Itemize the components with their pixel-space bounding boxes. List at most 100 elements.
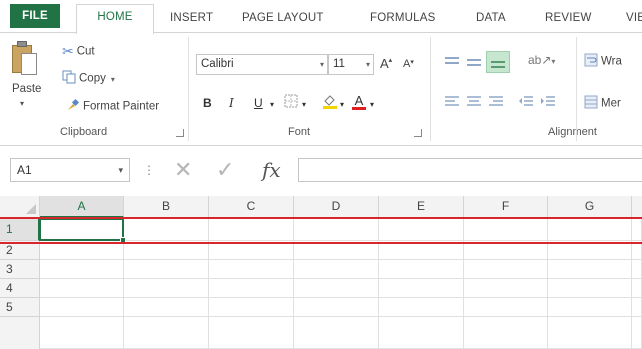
- grid-cell[interactable]: [294, 279, 379, 298]
- decrease-indent-button[interactable]: [518, 95, 534, 112]
- formula-bar-resize-handle[interactable]: ⋮: [143, 163, 155, 177]
- grid-cell[interactable]: [632, 317, 642, 349]
- grid-cell[interactable]: [379, 218, 464, 241]
- row-header-4[interactable]: 4: [0, 279, 40, 298]
- tab-file[interactable]: FILE: [10, 4, 60, 28]
- grid-cell[interactable]: [548, 317, 632, 349]
- grid-cell[interactable]: [632, 260, 642, 279]
- grid-cell[interactable]: [464, 317, 548, 349]
- font-color-dropdown-icon[interactable]: ▾: [370, 100, 374, 109]
- align-right-button[interactable]: [488, 95, 504, 112]
- grid-cell[interactable]: [40, 279, 124, 298]
- paste-dropdown-icon[interactable]: ▾: [20, 99, 24, 108]
- grid-cell[interactable]: [464, 218, 548, 241]
- align-left-button[interactable]: [444, 95, 460, 112]
- grid-cell[interactable]: [209, 298, 294, 317]
- column-header-a[interactable]: A: [40, 196, 124, 218]
- grid-cell[interactable]: [294, 317, 379, 349]
- grid-cell[interactable]: [124, 279, 209, 298]
- copy-dropdown-icon[interactable]: ▾: [111, 75, 115, 84]
- select-all-button[interactable]: [0, 196, 40, 218]
- underline-dropdown-icon[interactable]: ▾: [270, 100, 274, 109]
- tab-page-layout[interactable]: PAGE LAYOUT: [242, 7, 324, 33]
- active-cell-a1[interactable]: [39, 218, 126, 243]
- grid-cell[interactable]: [209, 218, 294, 241]
- grid-cell[interactable]: [294, 218, 379, 241]
- font-name-select[interactable]: Calibri ▾: [196, 54, 328, 75]
- fill-color-dropdown-icon[interactable]: ▾: [340, 100, 344, 109]
- tab-view[interactable]: VIE: [626, 7, 642, 33]
- font-size-select[interactable]: 11 ▾: [328, 54, 374, 75]
- grid-cell[interactable]: [464, 279, 548, 298]
- borders-button[interactable]: [284, 94, 298, 111]
- grid-cell[interactable]: [40, 260, 124, 279]
- formula-input[interactable]: [298, 158, 642, 182]
- increase-indent-button[interactable]: [540, 95, 556, 112]
- grid-cell[interactable]: [124, 218, 209, 241]
- wrap-text-button[interactable]: Wra: [584, 53, 622, 70]
- tab-insert[interactable]: INSERT: [170, 7, 213, 33]
- column-header-partial[interactable]: [632, 196, 642, 218]
- fill-color-button[interactable]: [322, 93, 338, 112]
- grid-cell[interactable]: [632, 279, 642, 298]
- grid-cell[interactable]: [379, 317, 464, 349]
- grid-cell[interactable]: [464, 260, 548, 279]
- column-header-d[interactable]: D: [294, 196, 379, 218]
- underline-button[interactable]: U: [254, 96, 263, 110]
- grid-cell[interactable]: [40, 317, 124, 349]
- bold-button[interactable]: B: [203, 96, 212, 110]
- enter-check-icon[interactable]: ✓: [216, 157, 234, 183]
- align-bottom-button[interactable]: [486, 51, 510, 73]
- italic-button[interactable]: I: [229, 96, 234, 110]
- grid-cell[interactable]: [548, 298, 632, 317]
- align-center-button[interactable]: [466, 95, 482, 112]
- row-header-3[interactable]: 3: [0, 260, 40, 279]
- tab-formulas[interactable]: FORMULAS: [370, 7, 436, 33]
- column-header-b[interactable]: B: [124, 196, 209, 218]
- row-header-1[interactable]: 1: [0, 218, 40, 241]
- grid-cell[interactable]: [209, 279, 294, 298]
- name-box[interactable]: A1 ▾: [10, 158, 130, 182]
- grid-cell[interactable]: [379, 298, 464, 317]
- clipboard-launcher-icon[interactable]: [176, 129, 184, 137]
- cancel-icon[interactable]: ✕: [174, 157, 192, 183]
- merge-center-button[interactable]: Mer: [584, 95, 621, 112]
- grid-cell[interactable]: [379, 279, 464, 298]
- grid-cell[interactable]: [294, 298, 379, 317]
- orientation-button[interactable]: ab↗▾: [528, 53, 555, 67]
- tab-data[interactable]: DATA: [476, 7, 506, 33]
- font-launcher-icon[interactable]: [414, 129, 422, 137]
- grid-cell[interactable]: [124, 298, 209, 317]
- font-color-button[interactable]: A: [352, 93, 366, 110]
- row-header-6[interactable]: [0, 317, 40, 349]
- grid-cell[interactable]: [209, 317, 294, 349]
- column-header-g[interactable]: G: [548, 196, 632, 218]
- grid-cell[interactable]: [124, 260, 209, 279]
- grid-cell[interactable]: [548, 279, 632, 298]
- format-painter-button[interactable]: Format Painter: [66, 98, 159, 115]
- grid-cell[interactable]: [632, 298, 642, 317]
- grow-font-button[interactable]: A▴: [380, 56, 392, 71]
- grid-cell[interactable]: [632, 218, 642, 241]
- grid-cell[interactable]: [124, 317, 209, 349]
- grid-cell[interactable]: [209, 260, 294, 279]
- copy-button[interactable]: Copy ▾: [62, 70, 115, 87]
- align-middle-button[interactable]: [466, 55, 482, 72]
- grid-cell[interactable]: [464, 298, 548, 317]
- column-header-e[interactable]: E: [379, 196, 464, 218]
- cut-button[interactable]: ✂ Cut: [62, 43, 95, 60]
- grid-cell[interactable]: [294, 260, 379, 279]
- column-header-f[interactable]: F: [464, 196, 548, 218]
- grid-cell[interactable]: [548, 218, 632, 241]
- grid-cell[interactable]: [40, 298, 124, 317]
- align-top-button[interactable]: [444, 55, 460, 72]
- shrink-font-button[interactable]: A▾: [403, 58, 414, 70]
- column-header-c[interactable]: C: [209, 196, 294, 218]
- tab-review[interactable]: REVIEW: [545, 7, 592, 33]
- grid-cell[interactable]: [379, 260, 464, 279]
- borders-dropdown-icon[interactable]: ▾: [302, 100, 306, 109]
- tab-home[interactable]: HOME: [76, 4, 154, 34]
- grid-cell[interactable]: [548, 260, 632, 279]
- insert-function-button[interactable]: fx: [262, 158, 281, 182]
- row-header-5[interactable]: 5: [0, 298, 40, 317]
